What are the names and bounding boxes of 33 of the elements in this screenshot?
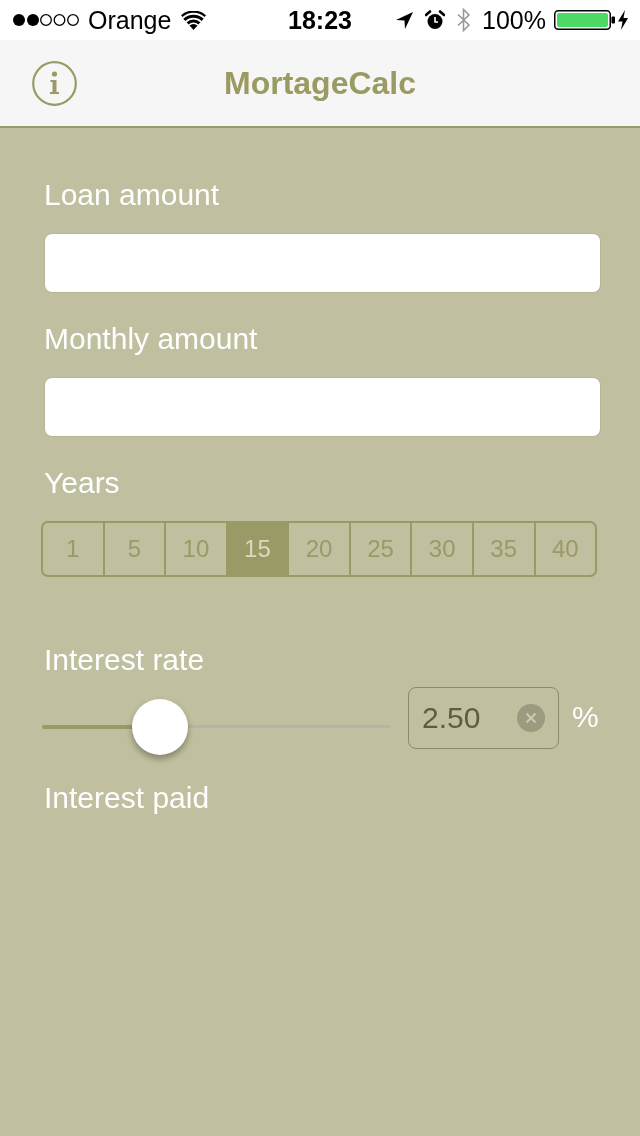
interest-rate-field[interactable]: 2.50 <box>408 687 559 749</box>
status-time: 18:23 <box>288 5 352 35</box>
year-segment[interactable]: 40 <box>533 523 595 575</box>
app-title: MortageCalc <box>223 64 416 103</box>
year-segment[interactable]: 35 <box>471 523 534 575</box>
wifi-icon <box>181 10 207 30</box>
battery-percentage: 100% <box>482 5 546 35</box>
year-segment[interactable]: 15 <box>225 523 288 575</box>
text-input-field[interactable] <box>44 377 601 437</box>
bluetooth-icon <box>457 8 472 32</box>
field-label: Interest rate <box>44 642 205 678</box>
year-segment[interactable]: 1 <box>43 523 103 575</box>
year-segment[interactable]: 25 <box>348 523 411 575</box>
location-arrow-icon <box>396 11 414 29</box>
clear-icon[interactable] <box>517 704 545 732</box>
info-icon <box>32 60 77 106</box>
charging-bolt-icon <box>618 10 628 30</box>
year-segment[interactable]: 30 <box>410 523 472 575</box>
interest-rate-slider[interactable] <box>42 699 390 755</box>
carrier-name: Orange <box>88 5 172 35</box>
field-label: Interest paid <box>44 780 210 816</box>
field-label: Loan amount <box>44 177 220 213</box>
field-label: Years <box>44 465 120 501</box>
info-button[interactable] <box>32 60 77 106</box>
battery-icon <box>554 10 615 30</box>
slider-thumb[interactable] <box>132 699 189 755</box>
signal-strength-icon <box>12 13 80 27</box>
text-input-field[interactable] <box>44 233 601 293</box>
year-segment[interactable]: 20 <box>287 523 349 575</box>
year-segment[interactable]: 5 <box>102 523 165 575</box>
percent-unit: % <box>572 699 599 735</box>
field-label: Monthly amount <box>44 321 258 357</box>
alarm-clock-icon <box>425 10 446 30</box>
